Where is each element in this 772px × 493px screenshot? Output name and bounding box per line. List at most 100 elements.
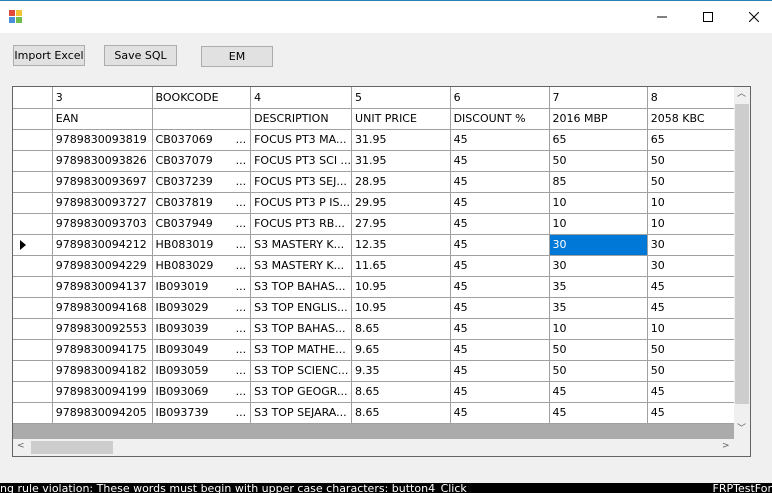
row-header[interactable] [13, 381, 53, 403]
grid-cell[interactable]: 11.65 [351, 255, 451, 277]
horizontal-scroll-thumb[interactable] [31, 441, 113, 454]
grid-cell[interactable]: 31.95 [351, 150, 451, 172]
grid-cell[interactable]: 10 [549, 318, 648, 340]
scroll-up-icon[interactable]: ︿ [737, 90, 746, 99]
grid-cell[interactable]: 45 [450, 150, 550, 172]
grid-cell[interactable]: 9789830094205 [52, 402, 153, 424]
grid-cell[interactable]: S3 MASTERY K... [250, 255, 353, 277]
grid-cell[interactable]: 45 [450, 192, 550, 214]
grid-cell[interactable]: 50 [549, 339, 648, 361]
grid-cell[interactable]: FOCUS PT3 RB... [250, 213, 353, 235]
grid-cell[interactable]: 9789830094229 [52, 255, 153, 277]
grid-cell[interactable]: S3 TOP MATHE... [250, 339, 353, 361]
grid-cell[interactable]: FOCUS PT3 MA... [250, 129, 353, 151]
grid-cell[interactable]: 9.35 [351, 360, 451, 382]
grid-cell[interactable]: 9789830093703 [52, 213, 153, 235]
grid-cell[interactable]: 31.95 [351, 129, 451, 151]
grid-cell[interactable]: 9789830093697 [52, 171, 153, 193]
grid-cell[interactable]: 10 [647, 318, 747, 340]
column-header[interactable]: 7 [549, 87, 648, 109]
grid-cell[interactable]: S3 TOP SEJARA... [250, 402, 353, 424]
close-button[interactable] [731, 1, 772, 33]
vertical-scroll-thumb[interactable] [735, 104, 749, 404]
grid-cell[interactable]: S3 TOP GEOGR... [250, 381, 353, 403]
horizontal-scrollbar[interactable]: < > [13, 439, 734, 456]
row-header[interactable] [13, 402, 53, 424]
grid-cell[interactable]: 10 [549, 192, 648, 214]
scroll-right-icon[interactable]: > [722, 442, 730, 451]
grid-cell[interactable]: 45 [450, 171, 550, 193]
grid-cell[interactable]: CB037239... [152, 171, 252, 193]
grid-cell[interactable]: 35 [549, 276, 648, 298]
maximize-button[interactable] [685, 1, 731, 33]
grid-cell[interactable]: CB037949... [152, 213, 252, 235]
row-header[interactable] [13, 339, 53, 361]
grid-cell[interactable]: 10 [549, 213, 648, 235]
row-header[interactable] [13, 87, 53, 109]
row-header[interactable] [13, 276, 53, 298]
grid-cell[interactable]: 45 [450, 318, 550, 340]
row-header[interactable] [13, 108, 53, 130]
column-header[interactable]: 4 [250, 87, 353, 109]
column-header[interactable]: DESCRIPTION [250, 108, 353, 130]
row-header[interactable] [13, 171, 53, 193]
grid-cell[interactable]: 45 [647, 381, 747, 403]
grid-cell[interactable]: FOCUS PT3 SEJ... [250, 171, 353, 193]
cell-ellipsis-button[interactable]: ... [236, 175, 250, 188]
grid-cell[interactable]: 85 [549, 171, 648, 193]
grid-cell[interactable]: 9789830094175 [52, 339, 153, 361]
grid-cell[interactable]: 45 [450, 276, 550, 298]
column-header[interactable]: 2016 MBP [549, 108, 648, 130]
grid-cell[interactable]: 9789830093826 [52, 150, 153, 172]
grid-cell[interactable]: IB093059... [152, 360, 252, 382]
grid-cell[interactable]: 50 [647, 171, 747, 193]
grid-cell[interactable]: 45 [450, 339, 550, 361]
grid-cell[interactable]: CB037819... [152, 192, 252, 214]
cell-ellipsis-button[interactable]: ... [236, 133, 250, 146]
grid-cell[interactable]: 12.35 [351, 234, 451, 256]
grid-cell[interactable]: 45 [549, 381, 648, 403]
grid-cell[interactable]: 9789830094137 [52, 276, 153, 298]
grid-cell[interactable]: 30 [549, 234, 648, 256]
scroll-down-icon[interactable]: ﹀ [737, 425, 746, 434]
grid-cell[interactable]: IB093739... [152, 402, 252, 424]
grid-cell[interactable]: 50 [647, 360, 747, 382]
grid-cell[interactable]: 45 [450, 381, 550, 403]
data-grid[interactable]: 3 BOOKCODE 4 5 6 7 8 EAN DESCRIPTION UNIT PRICE DI… [12, 86, 751, 457]
grid-cell[interactable]: 45 [450, 402, 550, 424]
grid-cell[interactable]: HB083029... [152, 255, 252, 277]
grid-cell[interactable]: 30 [647, 234, 747, 256]
grid-cell[interactable]: 9789830094182 [52, 360, 153, 382]
row-header[interactable] [13, 150, 53, 172]
grid-cell[interactable]: IB093069... [152, 381, 252, 403]
cell-ellipsis-button[interactable]: ... [236, 322, 250, 335]
grid-cell[interactable]: 65 [549, 129, 648, 151]
em-button[interactable]: EM [201, 46, 273, 67]
cell-ellipsis-button[interactable]: ... [236, 154, 250, 167]
grid-cell[interactable]: 9789830093727 [52, 192, 153, 214]
grid-cell[interactable]: HB083019... [152, 234, 252, 256]
cell-ellipsis-button[interactable]: ... [236, 385, 250, 398]
grid-cell[interactable]: S3 TOP ENGLIS... [250, 297, 353, 319]
grid-cell[interactable]: IB093049... [152, 339, 252, 361]
import-excel-button[interactable]: Import Excel [13, 45, 85, 66]
grid-cell[interactable]: 8.65 [351, 318, 451, 340]
grid-cell[interactable]: 45 [647, 276, 747, 298]
cell-ellipsis-button[interactable]: ... [236, 196, 250, 209]
grid-cell[interactable]: 50 [549, 360, 648, 382]
column-header[interactable]: UNIT PRICE [351, 108, 451, 130]
grid-cell[interactable]: 8.65 [351, 381, 451, 403]
grid-cell[interactable]: 8.65 [351, 402, 451, 424]
cell-ellipsis-button[interactable]: ... [236, 364, 250, 377]
cell-ellipsis-button[interactable]: ... [236, 217, 250, 230]
row-header[interactable] [13, 255, 53, 277]
grid-cell[interactable]: 45 [450, 129, 550, 151]
column-header[interactable]: 5 [351, 87, 451, 109]
grid-cell[interactable]: 45 [450, 213, 550, 235]
grid-cell[interactable]: 30 [647, 255, 747, 277]
grid-cell[interactable]: 9.65 [351, 339, 451, 361]
grid-cell[interactable]: FOCUS PT3 P IS... [250, 192, 353, 214]
row-header[interactable] [13, 213, 53, 235]
grid-cell[interactable]: 45 [450, 255, 550, 277]
save-sql-button[interactable]: Save SQL [104, 45, 177, 66]
